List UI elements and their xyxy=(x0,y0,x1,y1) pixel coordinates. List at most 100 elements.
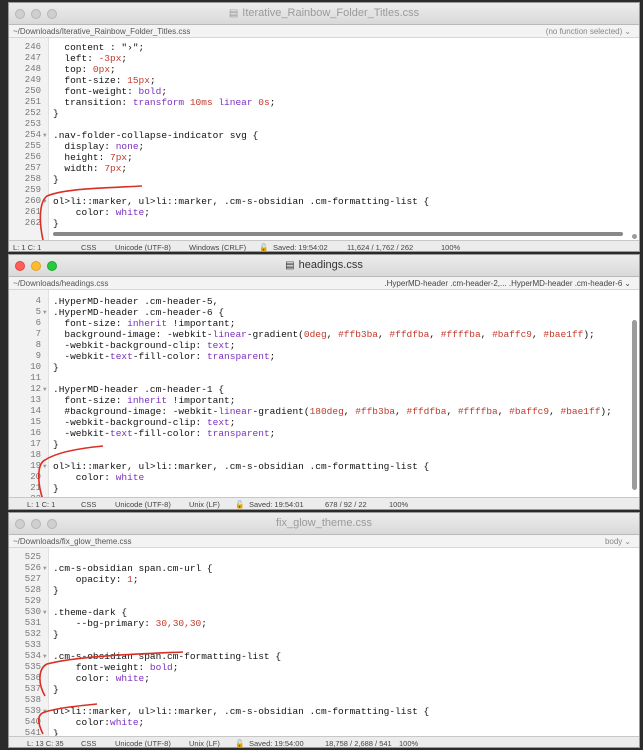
fold-arrow-icon[interactable]: ▼ xyxy=(43,130,47,141)
code-line[interactable]: 11 xyxy=(9,373,639,384)
fold-arrow-icon[interactable]: ▼ xyxy=(43,196,47,207)
code-line[interactable]: 251 transition: transform 10ms linear 0s… xyxy=(9,97,639,108)
code-line[interactable]: 248 top: 0px; xyxy=(9,64,639,75)
title-bar[interactable]: ▤Iterative_Rainbow_Folder_Titles.css xyxy=(9,3,639,25)
code-editor[interactable]: 4.HyperMD-header .cm-header-5,5▼.HyperMD… xyxy=(9,290,639,497)
code-editor[interactable]: 525526▼.cm-s-obsidian span.cm-url {527 o… xyxy=(9,548,639,736)
cursor-position[interactable]: L: 1 C: 1 xyxy=(13,243,41,252)
code-line[interactable]: 247 left: -3px; xyxy=(9,53,639,64)
function-menu[interactable]: .HyperMD-header .cm-header-2,... .HyperM… xyxy=(384,279,631,288)
window-title: ▤headings.css xyxy=(9,259,639,271)
function-menu[interactable]: (no function selected)⌄ xyxy=(546,27,631,36)
code-line[interactable]: 255 display: none; xyxy=(9,141,639,152)
vertical-scrollbar[interactable] xyxy=(632,320,637,490)
code-line[interactable]: 246 content : "›"; xyxy=(9,42,639,53)
code-line[interactable]: 257 width: 7px; xyxy=(9,163,639,174)
code-line[interactable]: 525 xyxy=(9,552,639,563)
cursor-position[interactable]: L: 1 C: 1 xyxy=(27,500,55,509)
code-line[interactable]: 261 color: white; xyxy=(9,207,639,218)
window-title: fix_glow_theme.css xyxy=(9,517,639,529)
code-line[interactable]: 539▼ol>li::marker, ul>li::marker, .cm-s-… xyxy=(9,706,639,717)
path-bar: ~/Downloads/fix_glow_theme.css body⌄ xyxy=(9,535,639,548)
fold-arrow-icon[interactable]: ▼ xyxy=(43,607,47,618)
fold-arrow-icon[interactable]: ▼ xyxy=(43,384,47,395)
fold-arrow-icon[interactable]: ▼ xyxy=(43,563,47,574)
horizontal-scrollbar[interactable] xyxy=(53,232,623,236)
file-path[interactable]: ~/Downloads/Iterative_Rainbow_Folder_Tit… xyxy=(13,27,190,36)
code-line[interactable]: 540 color:white; xyxy=(9,717,639,728)
code-editor[interactable]: 246 content : "›";247 left: -3px;248 top… xyxy=(9,38,639,240)
code-line[interactable]: 8 -webkit-background-clip: text; xyxy=(9,340,639,351)
code-line[interactable]: 10} xyxy=(9,362,639,373)
language-menu[interactable]: CSS xyxy=(81,243,96,252)
code-line[interactable]: 254▼.nav-folder-collapse-indicator svg { xyxy=(9,130,639,141)
function-menu[interactable]: body⌄ xyxy=(605,537,631,546)
code-line[interactable]: 526▼.cm-s-obsidian span.cm-url { xyxy=(9,563,639,574)
fold-arrow-icon[interactable]: ▼ xyxy=(43,307,47,318)
file-path[interactable]: ~/Downloads/headings.css xyxy=(13,279,108,288)
encoding-menu[interactable]: Unicode (UTF-8) xyxy=(115,500,171,509)
editor-window-2[interactable]: ▤headings.css ~/Downloads/headings.css .… xyxy=(8,254,640,510)
encoding-menu[interactable]: Unicode (UTF-8) xyxy=(115,739,171,748)
code-line[interactable]: 4.HyperMD-header .cm-header-5, xyxy=(9,296,639,307)
code-line[interactable]: 534▼.cm-s-obsidian span.cm-formatting-li… xyxy=(9,651,639,662)
code-line[interactable]: 6 font-size: inherit !important; xyxy=(9,318,639,329)
line-ending-menu[interactable]: Unix (LF) xyxy=(189,739,220,748)
code-line[interactable]: 15 -webkit-background-clip: text; xyxy=(9,417,639,428)
language-menu[interactable]: CSS xyxy=(81,739,96,748)
code-line[interactable]: 12▼.HyperMD-header .cm-header-1 { xyxy=(9,384,639,395)
code-line[interactable]: 533 xyxy=(9,640,639,651)
code-line[interactable]: 532} xyxy=(9,629,639,640)
code-line[interactable]: 538 xyxy=(9,695,639,706)
code-line[interactable]: 259 xyxy=(9,185,639,196)
fold-arrow-icon[interactable]: ▼ xyxy=(43,461,47,472)
editor-window-1[interactable]: ▤Iterative_Rainbow_Folder_Titles.css ~/D… xyxy=(8,2,640,252)
line-number: 260 xyxy=(9,196,41,207)
code-line[interactable]: 253 xyxy=(9,119,639,130)
line-ending-menu[interactable]: Unix (LF) xyxy=(189,500,220,509)
code-line[interactable]: 260▼ol>li::marker, ul>li::marker, .cm-s-… xyxy=(9,196,639,207)
file-path[interactable]: ~/Downloads/fix_glow_theme.css xyxy=(13,537,132,546)
code-line[interactable]: 5▼.HyperMD-header .cm-header-6 { xyxy=(9,307,639,318)
code-line[interactable]: 17} xyxy=(9,439,639,450)
code-line[interactable]: 252} xyxy=(9,108,639,119)
code-line[interactable]: 9 -webkit-text-fill-color: transparent; xyxy=(9,351,639,362)
code-line[interactable]: 16 -webkit-text-fill-color: transparent; xyxy=(9,428,639,439)
code-line[interactable]: 528} xyxy=(9,585,639,596)
editor-window-3[interactable]: fix_glow_theme.css ~/Downloads/fix_glow_… xyxy=(8,512,640,748)
language-menu[interactable]: CSS xyxy=(81,500,96,509)
code-line[interactable]: 249 font-size: 15px; xyxy=(9,75,639,86)
title-bar[interactable]: fix_glow_theme.css xyxy=(9,513,639,535)
zoom-level[interactable]: 100% xyxy=(399,739,418,748)
cursor-position[interactable]: L: 13 C: 35 xyxy=(27,739,64,748)
vertical-scrollbar[interactable] xyxy=(632,234,637,239)
code-line[interactable]: 250 font-weight: bold; xyxy=(9,86,639,97)
zoom-level[interactable]: 100% xyxy=(389,500,408,509)
code-line[interactable]: 535 font-weight: bold; xyxy=(9,662,639,673)
code-line[interactable]: 13 font-size: inherit !important; xyxy=(9,395,639,406)
code-line[interactable]: 19▼ol>li::marker, ul>li::marker, .cm-s-o… xyxy=(9,461,639,472)
fold-arrow-icon[interactable]: ▼ xyxy=(43,651,47,662)
code-line[interactable]: 21} xyxy=(9,483,639,494)
code-line[interactable]: 536 color: white; xyxy=(9,673,639,684)
code-line[interactable]: 529 xyxy=(9,596,639,607)
code-line[interactable]: 530▼.theme-dark { xyxy=(9,607,639,618)
title-bar[interactable]: ▤headings.css xyxy=(9,255,639,277)
code-line[interactable]: 262} xyxy=(9,218,639,229)
lock-icon[interactable]: 🔓 xyxy=(235,739,244,748)
code-line[interactable]: 20 color: white xyxy=(9,472,639,483)
zoom-level[interactable]: 100% xyxy=(441,243,460,252)
code-line[interactable]: 537} xyxy=(9,684,639,695)
fold-arrow-icon[interactable]: ▼ xyxy=(43,706,47,717)
code-line[interactable]: 258} xyxy=(9,174,639,185)
code-line[interactable]: 531 --bg-primary: 30,30,30; xyxy=(9,618,639,629)
encoding-menu[interactable]: Unicode (UTF-8) xyxy=(115,243,171,252)
code-line[interactable]: 7 background-image: -webkit-linear-gradi… xyxy=(9,329,639,340)
code-line[interactable]: 256 height: 7px; xyxy=(9,152,639,163)
code-line[interactable]: 527 opacity: 1; xyxy=(9,574,639,585)
line-ending-menu[interactable]: Windows (CRLF) xyxy=(189,243,246,252)
code-line[interactable]: 18 xyxy=(9,450,639,461)
lock-icon[interactable]: 🔓 xyxy=(259,243,268,252)
code-line[interactable]: 14 #background-image: -webkit-linear-gra… xyxy=(9,406,639,417)
lock-icon[interactable]: 🔓 xyxy=(235,500,244,509)
